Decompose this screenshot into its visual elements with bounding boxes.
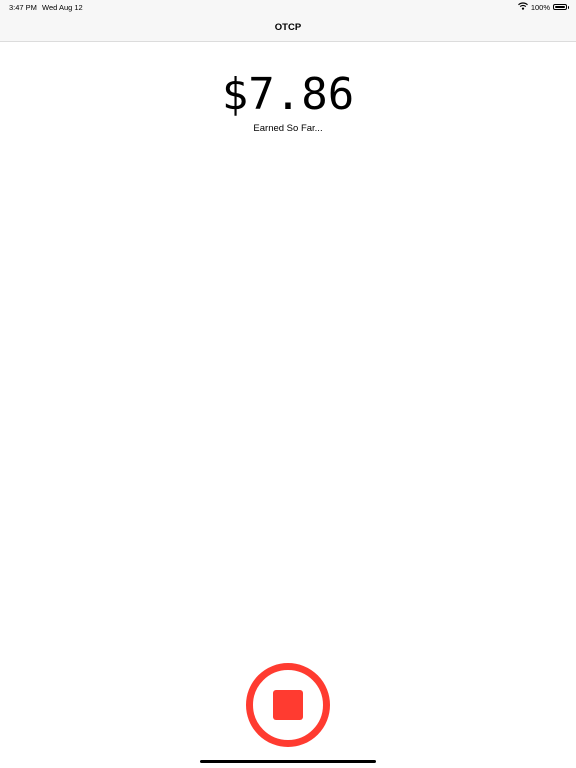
status-indicators: 100% — [517, 2, 569, 12]
battery-percent: 100% — [530, 2, 550, 12]
earnings-label: Earned So Far... — [253, 123, 323, 134]
wifi-icon — [517, 2, 528, 12]
stop-button[interactable] — [246, 663, 330, 747]
earnings-amount: $7.86 — [221, 69, 355, 120]
status-bar: 3:47 PM Wed Aug 12 100% — [0, 0, 576, 14]
home-indicator[interactable] — [200, 760, 376, 763]
battery-fill — [555, 6, 565, 8]
battery-icon — [553, 4, 569, 10]
nav-title: OTCP — [274, 22, 302, 33]
status-time: 3:47 PM — [9, 3, 37, 12]
stop-icon — [273, 690, 303, 720]
navigation-bar: OTCP — [0, 14, 576, 42]
status-date: Wed Aug 12 — [42, 3, 83, 12]
